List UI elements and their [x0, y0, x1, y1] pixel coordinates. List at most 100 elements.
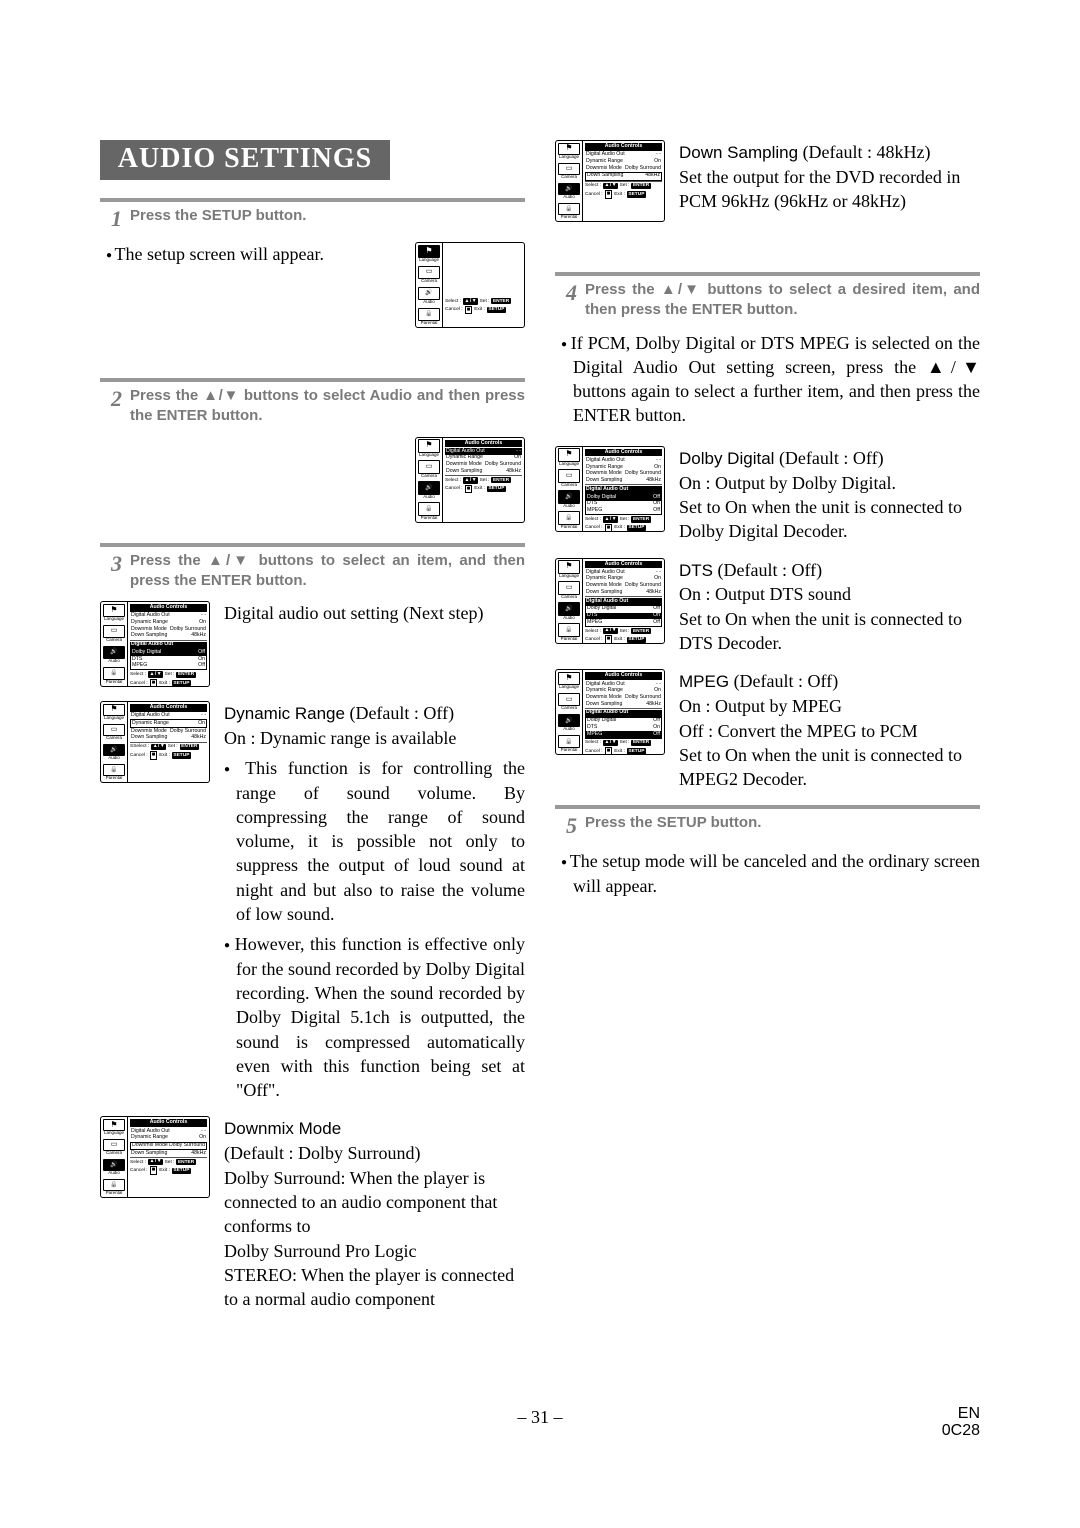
downmix-l1: Dolby Surround: When the player is conne… — [224, 1168, 497, 1237]
sidebar-label: Audio — [556, 195, 582, 201]
osd-row: MPEG — [132, 663, 147, 669]
setup-chip: SETUP — [627, 637, 646, 643]
osd-row: Digital Audio Out — [586, 458, 625, 464]
hint: Exit : — [474, 486, 485, 491]
sidebar-label: Parental — [556, 525, 582, 531]
hint: Exit : — [159, 1168, 170, 1173]
osd-val: Off — [653, 732, 660, 738]
dts-head: DTS — [679, 561, 713, 580]
mpeg-head: MPEG — [679, 672, 729, 691]
osd-val: Off — [198, 650, 205, 656]
camera-icon — [418, 460, 440, 474]
osd-row: Downmix Mode — [586, 695, 622, 701]
downsampling-text: Down Sampling (Default : 48kHz) Set the … — [679, 140, 980, 222]
hint: Exit : — [614, 192, 625, 197]
arrows-icon — [463, 477, 478, 484]
osd-row: Down Sampling — [587, 173, 623, 179]
enter-chip: ENTER — [631, 183, 650, 189]
osd-val: On — [653, 725, 660, 731]
osd-val: 48kHz — [646, 590, 661, 596]
osd-row: Dolby Digital — [132, 650, 161, 656]
hint: Cancel : — [585, 637, 603, 642]
dd-head: Dolby Digital — [679, 449, 774, 468]
stop-icon — [605, 747, 613, 755]
dynamic-range-block: Language Camera Audio Parental Audio Con… — [100, 701, 525, 1102]
speaker-icon — [558, 490, 580, 504]
arrows-icon — [603, 740, 618, 747]
hint: Exit : — [614, 637, 625, 642]
osd-row: DTS — [587, 725, 597, 731]
lock-icon — [558, 623, 580, 637]
osd-val: 48kHz — [645, 173, 660, 179]
digital-audio-out-text: Digital audio out setting (Next step) — [224, 601, 525, 687]
speaker-icon — [103, 646, 125, 660]
dd-l2: Set to On when the unit is connected to … — [679, 497, 962, 541]
setup-chip: SETUP — [172, 1168, 191, 1174]
step-number: 2 — [100, 386, 122, 412]
osd-val: Dolby Surround — [625, 695, 661, 701]
camera-icon — [558, 693, 580, 707]
osd-val: - - — [201, 713, 206, 719]
setup-chip: SETUP — [172, 680, 191, 686]
left-column: AUDIO SETTINGS 1 Press the SETUP button.… — [100, 140, 525, 1325]
step1-content: The setup screen will appear. Language C… — [100, 242, 525, 328]
hint: Cancel : — [445, 486, 463, 491]
hint: Cancel : — [585, 525, 603, 530]
osd-subtitle: Digital Audio Out — [585, 598, 662, 605]
osd-val: 48kHz — [646, 702, 661, 708]
hint: Select : — [130, 1160, 146, 1165]
hint: Set : — [480, 478, 490, 483]
sidebar-label: Camera — [556, 175, 582, 181]
setup-chip: SETUP — [627, 748, 646, 754]
step-number: 5 — [555, 813, 577, 839]
downsampling-head: Down Sampling — [679, 143, 798, 162]
dolby-digital-text: Dolby Digital (Default : Off) On : Outpu… — [679, 446, 980, 544]
arrows-icon — [463, 298, 478, 305]
sidebar-label: Camera — [101, 736, 127, 742]
step-text: Press the SETUP button. — [585, 813, 980, 833]
enter-chip: ENTER — [491, 477, 510, 483]
osd-val: 48kHz — [191, 1151, 206, 1157]
digital-audio-out-block: Language Camera Audio Parental Audio Con… — [100, 601, 525, 687]
sidebar-label: Language — [556, 685, 582, 691]
stop-icon — [150, 1166, 158, 1175]
stop-icon — [605, 524, 613, 532]
sidebar-label: Language — [556, 462, 582, 468]
osd-dolby-digital: Language Camera Audio Parental Audio Con… — [555, 446, 665, 532]
osd-row: Down Sampling — [586, 478, 622, 484]
sidebar-label: Parental — [101, 776, 127, 782]
enter-chip: ENTER — [176, 1159, 195, 1165]
downmix-l3: STEREO: When the player is connected to … — [224, 1265, 514, 1309]
footer-code1: EN — [942, 1405, 980, 1423]
sidebar-label: Audio — [101, 659, 127, 665]
sidebar-label: Parental — [101, 1191, 127, 1197]
osd-row: Downmix Mode — [586, 166, 622, 172]
step-number: 1 — [100, 206, 122, 232]
arrows-icon — [148, 1159, 163, 1166]
sidebar-label: Camera — [556, 483, 582, 489]
step-rule — [100, 543, 525, 547]
hint: Set : — [480, 299, 490, 304]
hint: Exit : — [614, 749, 625, 754]
hint: Set : — [620, 517, 630, 522]
hint: Cancel : — [585, 749, 603, 754]
osd-row: Dynamic Range — [132, 721, 169, 727]
sidebar-label: Camera — [101, 638, 127, 644]
osd-val: On — [199, 1135, 206, 1141]
body-text: If PCM, Dolby Digital or DTS MPEG is sel… — [555, 331, 980, 428]
stop-icon — [465, 306, 473, 315]
osd-title: Audio Controls — [130, 1119, 207, 1127]
mpeg-l2: Off : Convert the MPEG to PCM — [679, 721, 918, 741]
osd-title: Audio Controls — [585, 672, 662, 680]
hint: Select : — [585, 740, 601, 745]
sidebar-label: Audio — [101, 1171, 127, 1177]
osd-row: Dynamic Range — [586, 159, 623, 165]
lock-icon — [418, 502, 440, 516]
step-text: Press the SETUP button. — [130, 206, 525, 226]
speaker-icon — [558, 602, 580, 616]
osd-row: MPEG — [587, 732, 602, 738]
stop-icon — [150, 679, 158, 687]
flag-icon — [418, 439, 440, 453]
step-rule — [555, 272, 980, 276]
osd-subtitle: Digital Audio Out — [585, 710, 662, 717]
